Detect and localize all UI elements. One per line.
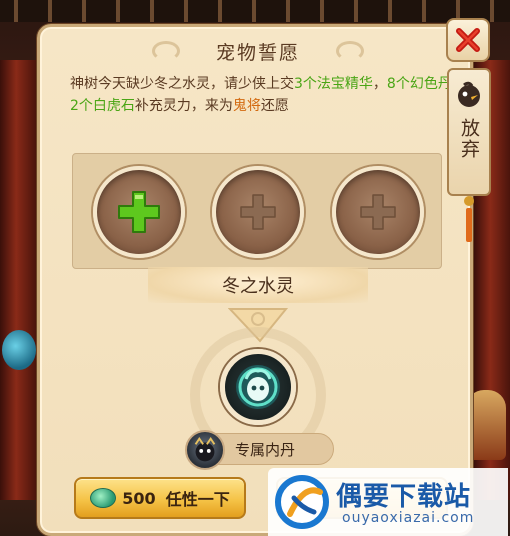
target-name: 冬之水灵: [222, 276, 294, 297]
reward-tag: 专属内丹: [185, 430, 334, 470]
jade-coin-icon: [90, 488, 117, 508]
watermark-url: ouyaoxiazai.com: [342, 510, 475, 526]
title-ornament-right: [336, 41, 364, 61]
item-slot-1[interactable]: [93, 166, 185, 258]
pet-vow-dialog: 宠物誓愿 神树今天缺少冬之水灵，请少侠上交3个法宝精华，8个幻色丹，2个白虎石补…: [37, 24, 473, 536]
desc-item-pill: 8个幻色丹: [386, 76, 452, 92]
close-x-icon: [456, 28, 480, 52]
item-slot-3[interactable]: [332, 166, 424, 258]
spirit-core-icon: [236, 365, 280, 409]
quest-description: 神树今天缺少冬之水灵，请少侠上交3个法宝精华，8个幻色丹，2个白虎石补充灵力，来…: [70, 73, 470, 117]
random-button[interactable]: 500 任性一下: [74, 477, 246, 519]
desc-text: 神树今天缺少冬之水灵，请少侠上交: [70, 76, 294, 92]
pet-chick-icon: [458, 81, 480, 107]
pet-avatar-icon: [185, 430, 225, 470]
plus-icon: [240, 194, 276, 230]
reward-tag-label: 专属内丹: [235, 440, 296, 459]
dialog-header: 宠物誓愿: [152, 33, 364, 69]
random-button-cost: 500: [122, 488, 156, 508]
background-lantern: [2, 330, 36, 370]
reward-item[interactable]: [220, 349, 296, 425]
give-up-label: 放弃: [458, 118, 480, 160]
watermark-logo-icon: [275, 475, 329, 529]
background-beam: [0, 0, 510, 22]
give-up-button[interactable]: 放弃: [447, 68, 491, 196]
desc-npc-name: 鬼将: [232, 98, 261, 114]
title-ornament-left: [152, 41, 180, 61]
desc-item-stone: 2个白虎石: [70, 98, 135, 114]
desc-text: 还愿: [260, 98, 289, 114]
plus-icon: [360, 194, 396, 230]
desc-text: 补充灵力，来为: [134, 98, 233, 114]
item-slot-2[interactable]: [212, 166, 304, 258]
watermark-name: 偶要下载站: [336, 482, 472, 512]
background-pillar-left: [0, 60, 36, 500]
dialog-title: 宠物誓愿: [215, 41, 300, 64]
desc-item-essence: 3个法宝精华: [294, 76, 373, 92]
item-slot-panel: [72, 153, 442, 269]
watermark: 偶要下载站 ouyaoxiazai.com: [268, 468, 508, 536]
tassel-ornament: [464, 196, 474, 248]
target-name-banner: 冬之水灵: [148, 267, 368, 303]
desc-text: ，: [372, 76, 387, 92]
close-button[interactable]: [446, 18, 490, 62]
random-button-label: 任性一下: [165, 490, 230, 509]
plus-icon: [118, 191, 160, 233]
